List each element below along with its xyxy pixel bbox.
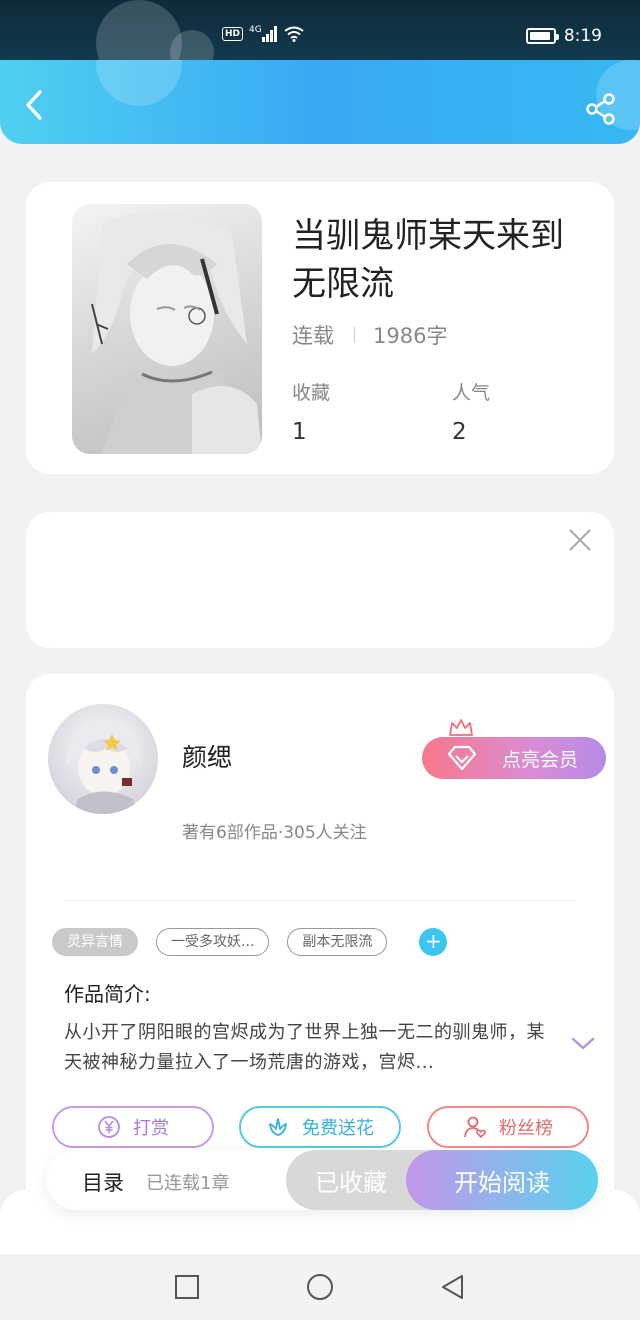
clock: 8:19 [563,26,602,46]
serial-status: 连载 [292,324,334,348]
book-title: 当驯鬼师某天来到无限流 [292,216,564,304]
bottom-action-bar: 目录 已连载1章 已收藏 开始阅读 [46,1150,598,1210]
avatar-illustration [66,718,141,814]
tag-chip[interactable]: 灵异言情 [52,928,138,956]
status-bar: HD 4G 8:19 [0,0,640,60]
wifi-icon [284,26,304,42]
user-heart-icon [464,1116,486,1139]
back-button[interactable] [20,88,50,122]
author-name[interactable]: 颜缌 [182,738,232,774]
system-nav-bar [0,1254,640,1320]
free-flower-button[interactable]: 免费送花 [239,1106,401,1148]
stat-value: 2 [452,419,467,445]
cover-illustration [91,211,262,454]
book-meta: 连载 1986字 [292,320,447,350]
stat-label: 收藏 [292,382,331,404]
table-of-contents-link[interactable]: 目录 [82,1167,124,1197]
yen-coin-icon [98,1116,120,1138]
author-summary: 著有6部作品·305人关注 [182,823,367,843]
signal-label: 4G [249,25,262,35]
stat-favorites: 收藏 1 [292,378,330,445]
meta-divider [354,327,355,343]
diamond-icon [447,745,477,771]
recent-apps-icon[interactable] [172,1272,202,1302]
book-cover-image[interactable] [72,204,262,454]
status-icons: HD 4G [222,25,304,42]
start-reading-button[interactable]: 开始阅读 [406,1150,598,1210]
flower-label: 免费送花 [302,1118,374,1139]
fans-label: 粉丝榜 [499,1118,553,1139]
vip-button[interactable]: 点亮会员 [422,719,606,779]
reward-button[interactable]: 打赏 [52,1106,214,1148]
share-button[interactable] [584,92,618,126]
hd-badge: HD [222,27,244,41]
stat-popularity: 人气 2 [452,378,490,445]
battery-icon [525,28,559,44]
decor-bubble [170,30,214,60]
tag-chip[interactable]: 副本无限流 [287,928,388,956]
stat-label: 人气 [452,382,491,404]
top-header [0,60,640,144]
back-triangle-icon[interactable] [438,1272,468,1302]
avatar[interactable] [48,704,158,814]
ad-banner-card [26,512,614,648]
add-tag-button[interactable]: + [419,928,448,956]
reward-label: 打赏 [133,1118,169,1139]
tag-chip[interactable]: 一受多攻妖... [156,928,270,956]
word-count: 1986字 [373,324,448,348]
intro-label: 作品简介: [64,982,151,1006]
decor-bubble [96,60,182,106]
tag-list: 灵异言情 一受多攻妖... 副本无限流 + [52,928,448,956]
chapter-count[interactable]: 已连载1章 [146,1169,229,1195]
close-icon[interactable] [566,526,594,554]
home-icon[interactable] [305,1272,335,1302]
status-right: 8:19 [525,26,602,46]
fan-ranking-button[interactable]: 粉丝榜 [427,1106,589,1148]
vip-label: 点亮会员 [501,748,578,771]
book-info-card: 当驯鬼师某天来到无限流 连载 1986字 收藏 1 人气 2 [26,182,614,474]
chevron-down-icon[interactable] [570,1034,596,1052]
signal-icon [261,26,277,42]
battery-fill [529,32,550,40]
stat-value: 1 [292,419,307,445]
intro-text: 从小开了阴阳眼的宫烬成为了世界上独一无二的驯鬼师，某天被神秘力量拉入了一场荒唐的… [64,1022,545,1073]
flower-icon [269,1118,287,1136]
crown-icon [449,719,473,736]
divider [64,900,576,901]
